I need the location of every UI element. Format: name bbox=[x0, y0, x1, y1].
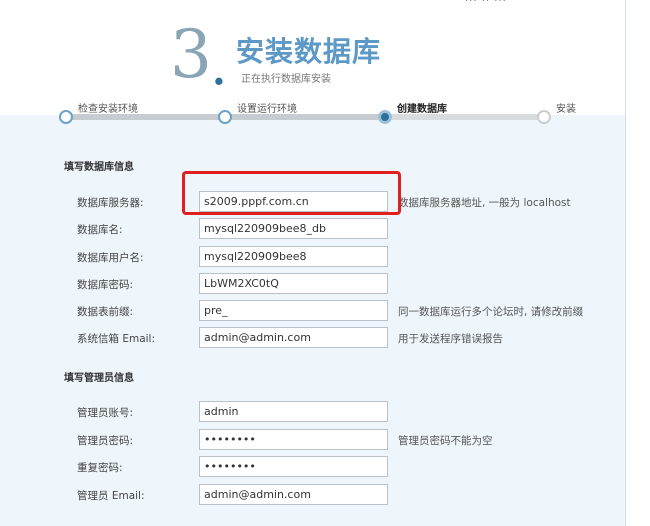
repeat-password-input[interactable]: •••••••• bbox=[199, 456, 388, 477]
admin-password-hint: 管理员密码不能为空 bbox=[398, 435, 493, 447]
admin-email-label: 管理员 Email: bbox=[77, 490, 145, 502]
db-name-input[interactable]: mysql220909bee8_db bbox=[199, 218, 388, 239]
admin-section-title: 填写管理员信息 bbox=[64, 373, 134, 384]
db-name-label: 数据库名: bbox=[77, 224, 123, 236]
system-email-hint: 用于发送程序错误报告 bbox=[398, 333, 503, 345]
db-user-label: 数据库用户名: bbox=[77, 252, 144, 264]
step-dot-check-env bbox=[59, 110, 73, 124]
admin-account-label: 管理员账号: bbox=[77, 407, 134, 419]
admin-email-input[interactable]: admin@admin.com bbox=[199, 484, 388, 505]
step-label-install: 安装 bbox=[556, 104, 576, 115]
step-dot-create-db bbox=[378, 110, 392, 124]
db-password-input[interactable]: LbWM2XC0tQ bbox=[199, 273, 388, 294]
admin-password-label: 管理员密码: bbox=[77, 435, 134, 447]
table-prefix-input[interactable]: pre_ bbox=[199, 300, 388, 321]
page-subtitle: 正在执行数据库安装 bbox=[241, 74, 331, 85]
db-host-hint: 数据库服务器地址, 一般为 localhost bbox=[398, 197, 571, 209]
db-password-label: 数据库密码: bbox=[77, 279, 134, 291]
system-email-label: 系统信箱 Email: bbox=[77, 333, 156, 345]
step-dot-runtime-env bbox=[218, 110, 232, 124]
db-user-input[interactable]: mysql220909bee8 bbox=[199, 246, 388, 267]
step-number-dot: . bbox=[210, 33, 228, 98]
table-prefix-label: 数据表前缀: bbox=[77, 306, 134, 318]
page-title: 安装数据库 bbox=[236, 35, 382, 68]
highlight-annotation bbox=[182, 171, 401, 215]
step-number: 3 bbox=[170, 16, 212, 93]
step-label-check-env: 检查安装环境 bbox=[78, 104, 138, 115]
admin-password-input[interactable]: •••••••• bbox=[199, 429, 388, 450]
step-label-runtime-env: 设置运行环境 bbox=[237, 104, 297, 115]
db-section-title: 填写数据库信息 bbox=[64, 162, 134, 173]
top-cut-text: ··· ·· ··· bbox=[465, 0, 507, 7]
step-label-create-db: 创建数据库 bbox=[397, 104, 447, 115]
repeat-password-label: 重复密码: bbox=[77, 462, 123, 474]
step-dot-install bbox=[537, 110, 551, 124]
system-email-input[interactable]: admin@admin.com bbox=[199, 327, 388, 348]
admin-account-input[interactable]: admin bbox=[199, 401, 388, 422]
db-host-label: 数据库服务器: bbox=[77, 197, 144, 209]
table-prefix-hint: 同一数据库运行多个论坛时, 请修改前缀 bbox=[398, 306, 584, 318]
window-edge bbox=[625, 0, 650, 526]
